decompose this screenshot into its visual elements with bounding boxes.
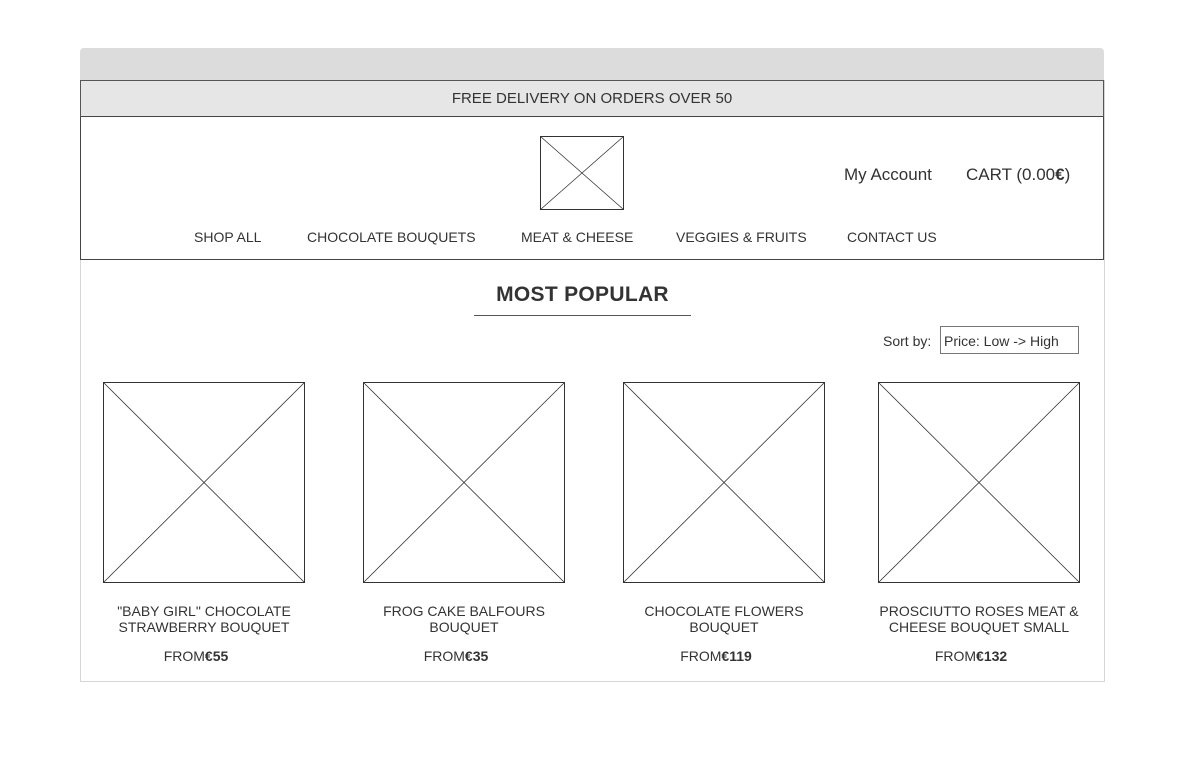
cart-close: ) [1064,165,1071,184]
product-image-placeholder-icon[interactable] [878,382,1080,583]
cart-link[interactable]: CART (0.00€) [966,165,1070,185]
product-name[interactable]: "BABY GIRL" CHOCOLATE STRAWBERRY BOUQUET [94,603,314,635]
product-image-placeholder-icon[interactable] [363,382,565,583]
nav-item-shop-all[interactable]: SHOP ALL [194,229,261,245]
product-image-placeholder-icon[interactable] [623,382,825,583]
promo-banner: FREE DELIVERY ON ORDERS OVER 50 [80,80,1104,118]
nav-item-chocolate-bouquets[interactable]: CHOCOLATE BOUQUETS [307,229,476,245]
price-prefix: FROM [934,648,977,664]
product-image-placeholder-icon[interactable] [103,382,305,583]
price-amount: €119 [721,648,752,664]
price-prefix: FROM [163,648,205,664]
logo-image-placeholder-icon[interactable] [540,136,624,210]
price-amount: €35 [464,648,489,664]
sort-label: Sort by: [883,333,932,349]
nav-item-meat-cheese[interactable]: MEAT & CHEESE [521,229,633,245]
product-price: FROM€132 [861,648,1081,664]
nav-item-contact-us[interactable]: CONTACT US [847,229,937,245]
nav-item-veggies-fruits[interactable]: VEGGIES & FRUITS [676,229,807,245]
price-amount: €55 [204,648,229,664]
product-name[interactable]: FROG CAKE BALFOURS BOUQUET [354,603,574,635]
browser-top-bar [80,48,1104,81]
product-price: FROM€35 [346,648,566,664]
cart-currency: € [1055,165,1065,184]
my-account-link[interactable]: My Account [844,165,932,185]
promo-text: FREE DELIVERY ON ORDERS OVER 50 [451,90,733,107]
price-amount: €132 [976,648,1008,664]
price-prefix: FROM [680,648,722,664]
section-title: MOST POPULAR [474,283,691,316]
cart-label: CART (0.00 [966,165,1056,184]
price-prefix: FROM [423,648,465,664]
product-name[interactable]: PROSCIUTTO ROSES MEAT & CHEESE BOUQUET S… [869,603,1089,635]
sort-select[interactable]: Price: Low -> High [940,326,1079,354]
product-price: FROM€55 [86,648,306,664]
product-price: FROM€119 [606,648,826,664]
product-name[interactable]: CHOCOLATE FLOWERS BOUQUET [614,603,834,635]
